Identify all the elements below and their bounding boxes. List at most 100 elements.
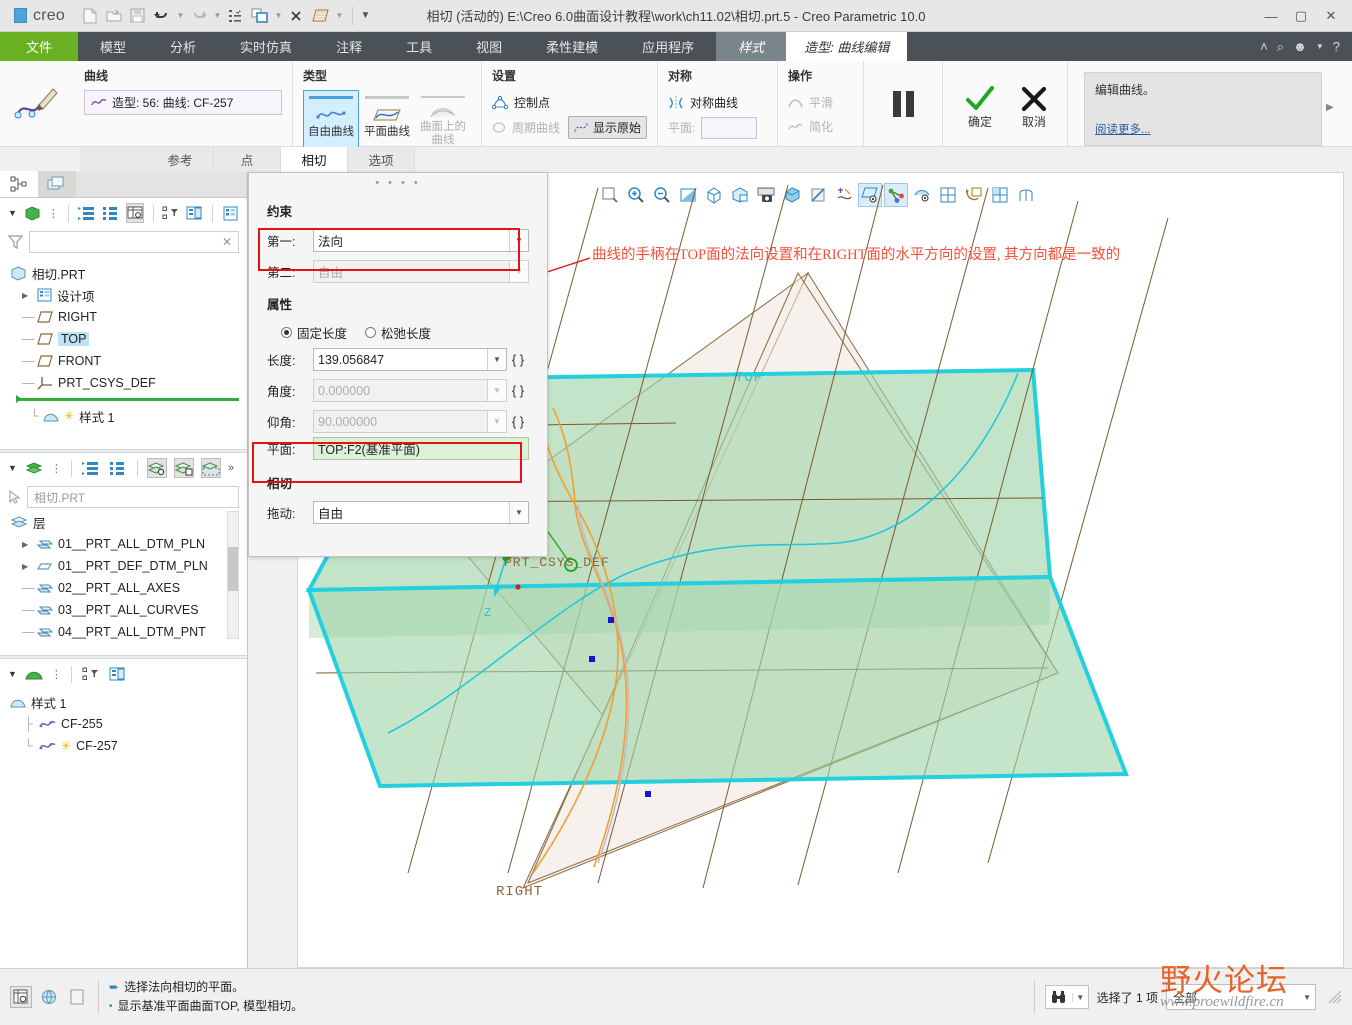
redo-icon[interactable] [188,5,210,27]
layer-scrollbar-thumb[interactable] [228,547,238,591]
tab-view[interactable]: 视图 [454,32,524,61]
globe-icon[interactable] [38,986,60,1008]
layer-tree-toolbar[interactable]: ▼ ⋮ » [0,453,247,483]
maximize-icon[interactable]: ▢ [1286,0,1316,32]
expand-arrow-icon[interactable]: ▶ [22,562,32,571]
layers-icon[interactable] [24,458,44,478]
help-read-more-link[interactable]: 阅读更多... [1095,121,1151,137]
elevation-braces-button[interactable]: { } [507,414,529,429]
layer-model-input[interactable]: 相切.PRT [27,486,239,508]
type-planar-curve-button[interactable]: 平面曲线 [359,90,415,148]
layer-tree[interactable]: 层 ▶ 01__PRT_ALL_DTM_PLN ▶ 01__PRT_DEF_DT… [0,511,247,643]
layer-tree-root[interactable]: 层 [10,511,247,533]
model-tree-collapse-icon[interactable]: ▼ [8,208,17,218]
chevron-down-icon[interactable]: ▼ [487,349,506,370]
sketch-dropdown-icon[interactable]: ▼ [334,5,345,27]
drag-row[interactable]: 拖动: 自由 ▼ [267,498,529,527]
chevron-down-icon[interactable]: ▼ [1071,992,1088,1002]
qat-overflow-icon[interactable]: ▼ [360,5,371,27]
layer-isolate-icon[interactable] [173,458,194,478]
expand-arrow-icon[interactable]: ▶ [22,540,32,549]
layer-toolbar-overflow-icon[interactable]: » [228,462,234,474]
help-expand-icon[interactable]: ▶ [1322,102,1334,113]
length-mode-radios[interactable]: 固定长度 松弛长度 [267,319,529,345]
first-constraint-select[interactable]: 法向 ▼ [313,229,529,252]
chevron-down-icon[interactable]: ▼ [509,230,528,251]
angle-row[interactable]: 角度: 0.000000 ▼ { } [267,376,529,405]
dashboard-tab-references[interactable]: 参考 [147,147,214,172]
window-dropdown-icon[interactable]: ▼ [273,5,284,27]
collapse-ribbon-icon[interactable]: ˄ [1260,39,1268,54]
new-icon[interactable] [79,5,101,27]
redo-dropdown-icon[interactable]: ▼ [212,5,223,27]
layer-collapse-all-icon[interactable] [108,458,128,478]
tree-filters-icon[interactable] [162,203,179,223]
style-settings-icon[interactable] [108,664,128,684]
style-surface-icon[interactable] [24,664,44,684]
insert-here-indicator[interactable] [16,395,239,403]
layer-tree-menu-icon[interactable]: ⋮ [51,462,62,475]
model-tree-toolbar[interactable]: ▼ ⋮ [0,198,247,228]
undo-dropdown-icon[interactable]: ▼ [175,5,186,27]
tab-curve-edit-context[interactable]: 造型: 曲线编辑 [786,32,908,61]
chevron-down-icon[interactable]: ▼ [509,502,528,523]
expand-arrow-icon[interactable]: ▶ [22,291,32,300]
layer-visibility-icon[interactable] [146,458,167,478]
tree-item-front[interactable]: — FRONT [10,350,247,372]
ribbon-tab-strip[interactable]: 文件 模型 分析 实时仿真 注释 工具 视图 柔性建模 应用程序 样式 造型: … [0,32,1352,61]
second-constraint-row[interactable]: 第二: 自由 ▼ [267,257,529,286]
minimize-icon[interactable]: — [1256,0,1286,32]
style-tree-collapse-icon[interactable]: ▼ [8,669,17,679]
filter-clear-icon[interactable]: ✕ [222,235,232,249]
pause-button[interactable] [864,61,942,147]
tree-item-top[interactable]: — TOP [10,328,247,350]
tree-columns-icon[interactable] [125,203,144,223]
search-icon[interactable]: ⌕ [1277,39,1284,55]
first-constraint-row[interactable]: 第一: 法向 ▼ [267,226,529,255]
tree-settings-icon[interactable] [186,203,203,223]
tree-item-csys[interactable]: — PRT_CSYS_DEF [10,372,247,394]
relaxed-length-radio[interactable]: 松弛长度 [365,323,431,342]
save-icon[interactable] [127,5,149,27]
plane-reference-field[interactable]: TOP:F2(基准平面) [313,437,529,460]
style-tree-item-cf255[interactable]: ├ CF-255 [10,713,247,735]
tab-annotate[interactable]: 注释 [314,32,384,61]
style-tree-item-cf257[interactable]: └ ✳ CF-257 [10,735,247,757]
curve-reference-field[interactable]: 造型: 56: 曲线: CF-257 [84,90,282,115]
layer-item[interactable]: — 02__PRT_ALL_AXES [10,577,247,599]
tab-flexible-modeling[interactable]: 柔性建模 [524,32,620,61]
model-tree-filter-row[interactable]: ✕ [0,228,247,256]
selection-filter-dropdown[interactable]: 全部 ▼ [1166,984,1316,1010]
open-icon[interactable] [103,5,125,27]
undo-icon[interactable] [151,5,173,27]
tab-style[interactable]: 样式 [716,32,787,61]
window-icon[interactable] [249,5,271,27]
style-filter-icon[interactable] [81,664,101,684]
dialog-grip[interactable]: • • • • [249,173,547,189]
navigator-tab-strip[interactable] [0,171,247,198]
layer-item[interactable]: — 04__PRT_ALL_DTM_PNT [10,621,247,643]
model-info-icon[interactable] [10,986,32,1008]
layer-item[interactable]: ▶ 01__PRT_ALL_DTM_PLN [10,533,247,555]
tab-model[interactable]: 模型 [78,32,148,61]
folder-browser-tab[interactable] [38,171,76,197]
plane-row[interactable]: 平面: TOP:F2(基准平面) [267,434,529,463]
dashboard-tab-tangency[interactable]: 相切 [281,147,348,172]
ok-button[interactable]: 确定 [957,85,1003,130]
tab-live-simulation[interactable]: 实时仿真 [218,32,314,61]
length-row[interactable]: 长度: 139.056847 ▼ { } [267,345,529,374]
account-dropdown-icon[interactable]: ▼ [1316,42,1324,51]
dashboard-tab-points[interactable]: 点 [214,147,281,172]
page-icon[interactable] [66,986,88,1008]
layer-tree-collapse-icon[interactable]: ▼ [8,463,17,473]
ribbon-right-controls[interactable]: ˄ ⌕ ☻ ▼ ? [1260,32,1352,61]
elevation-row[interactable]: 仰角: 90.000000 ▼ { } [267,407,529,436]
symmetry-plane-row[interactable]: 平面: [668,115,767,140]
length-braces-button[interactable]: { } [507,352,529,367]
style-tree[interactable]: 样式 1 ├ CF-255 └ ✳ CF-257 [0,689,247,757]
type-free-curve-button[interactable]: 自由曲线 [303,90,359,148]
design-items-panel-icon[interactable] [222,203,239,223]
tab-tools[interactable]: 工具 [384,32,454,61]
angle-braces-button[interactable]: { } [507,383,529,398]
help-icon[interactable]: ? [1333,39,1340,54]
